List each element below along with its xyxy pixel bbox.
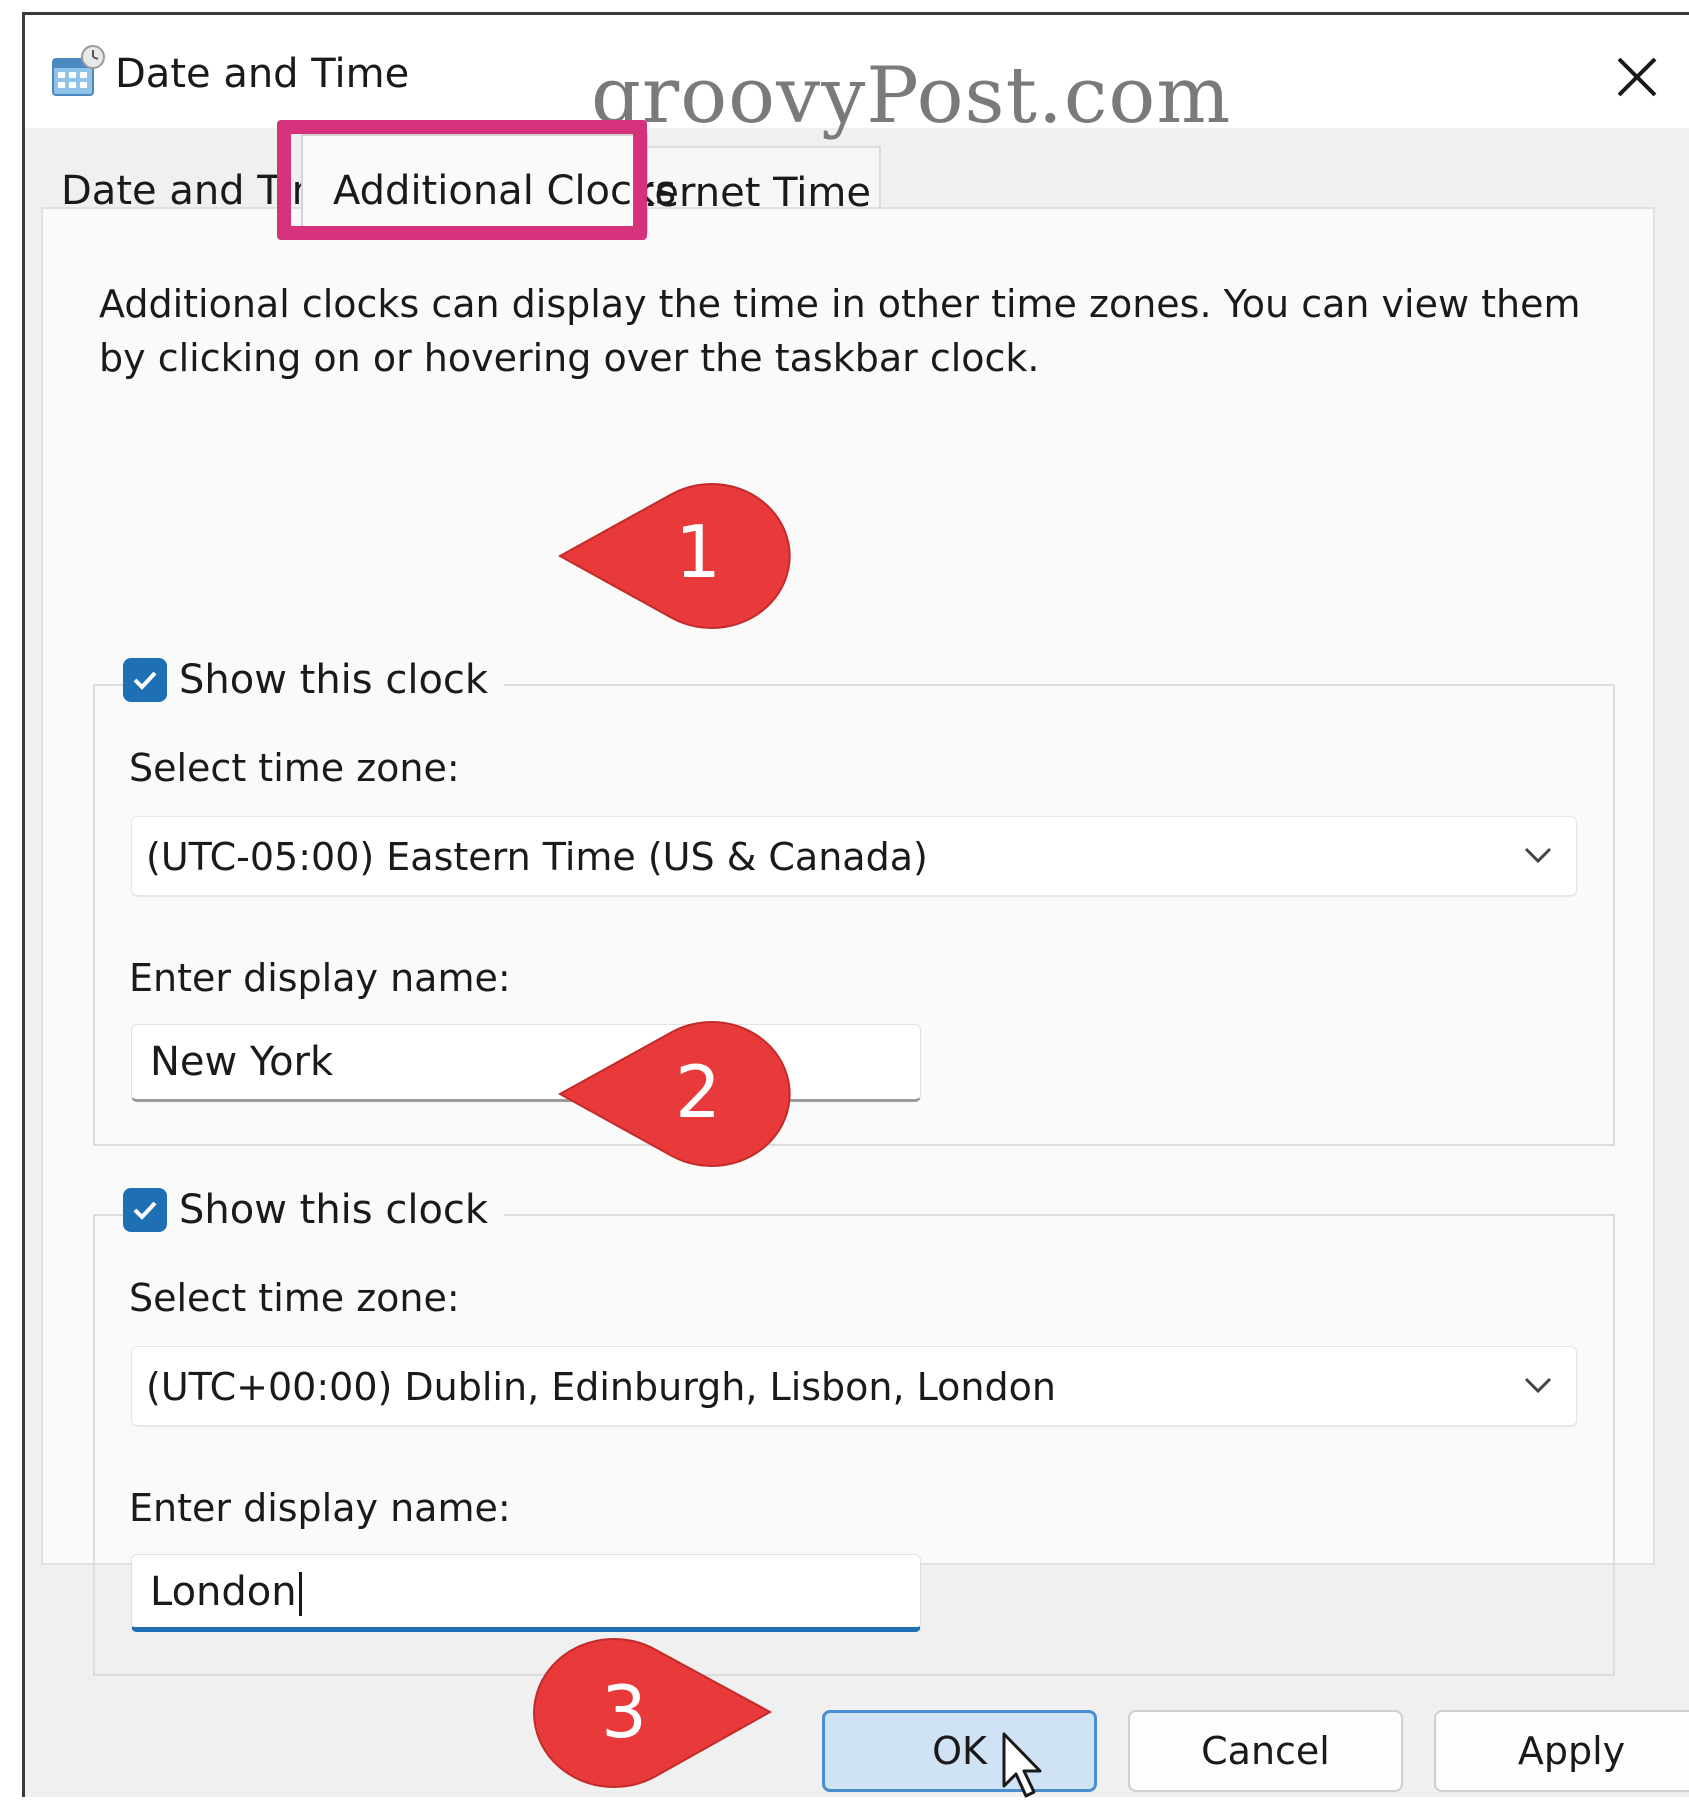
show-clock-1-checkbox[interactable] [123, 658, 167, 702]
display-name-value-2: London [150, 1569, 302, 1616]
clock-group-2: Show this clock Select time zone: (UTC+0… [93, 1180, 1615, 1676]
mouse-cursor-icon [1002, 1732, 1042, 1798]
title-bar: Date and Time groovyPost.com [25, 15, 1689, 141]
text-caret [298, 1572, 302, 1616]
cancel-button[interactable]: Cancel [1128, 1710, 1403, 1792]
clock-group-1: Show this clock Select time zone: (UTC-0… [93, 650, 1615, 1146]
ok-button[interactable]: OK [822, 1710, 1097, 1792]
chevron-down-icon [1524, 847, 1552, 864]
callout-1-number: 1 [675, 510, 721, 594]
panel-description: Additional clocks can display the time i… [99, 282, 1581, 380]
apply-button[interactable]: Apply [1434, 1710, 1689, 1792]
display-name-input-2[interactable]: London [131, 1554, 921, 1632]
display-name-text-2: London [150, 1569, 297, 1615]
checkmark-icon [133, 1201, 157, 1220]
display-name-value-1: New York [150, 1039, 334, 1085]
show-clock-2-checkbox[interactable] [123, 1188, 167, 1232]
additional-clocks-panel: Additional clocks can display the time i… [41, 207, 1655, 1676]
time-zone-select-2[interactable]: (UTC+00:00) Dublin, Edinburgh, Lisbon, L… [131, 1346, 1577, 1426]
date-time-dialog: Date and Time groovyPost.com Date and Ti… [22, 12, 1689, 1797]
display-name-label-2: Enter display name: [129, 1486, 511, 1530]
show-clock-1-label: Show this clock [179, 657, 489, 703]
time-zone-select-1[interactable]: (UTC-05:00) Eastern Time (US & Canada) [131, 816, 1577, 896]
show-clock-2-label: Show this clock [179, 1187, 489, 1233]
date-time-app-icon [52, 45, 105, 96]
checkmark-icon [133, 671, 157, 690]
select-time-zone-label-2: Select time zone: [129, 1276, 460, 1320]
show-clock-2[interactable]: Show this clock [123, 1180, 505, 1240]
time-zone-value-1: (UTC-05:00) Eastern Time (US & Canada) [146, 835, 928, 879]
chevron-down-icon [1524, 1377, 1552, 1394]
window-title: Date and Time [115, 51, 410, 97]
display-name-input-1[interactable]: New York [131, 1024, 921, 1102]
display-name-label-1: Enter display name: [129, 956, 511, 1000]
select-time-zone-label-1: Select time zone: [129, 746, 460, 790]
close-icon[interactable] [1607, 47, 1667, 107]
time-zone-value-2: (UTC+00:00) Dublin, Edinburgh, Lisbon, L… [146, 1365, 1056, 1409]
tab-highlight-annotation [277, 120, 647, 240]
callout-2-number: 2 [675, 1050, 721, 1134]
show-clock-1[interactable]: Show this clock [123, 650, 505, 710]
callout-3-number: 3 [601, 1670, 647, 1754]
